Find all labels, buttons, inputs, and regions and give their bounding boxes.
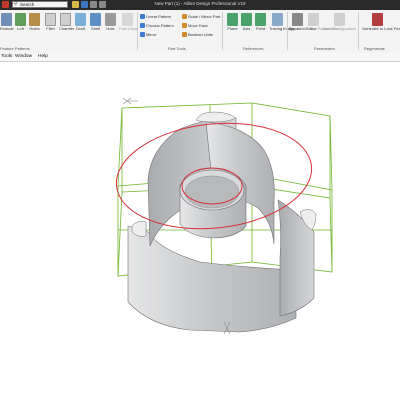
group-label-feature-patterns: Feature Patterns [0, 46, 30, 51]
menu-tools[interactable]: Tools [1, 54, 12, 59]
shell-label: Shell [91, 26, 100, 31]
plane-label: Plane [227, 26, 238, 31]
extrude-icon [1, 13, 12, 26]
chamfer-button[interactable]: Chamfer [59, 13, 75, 31]
plane-button[interactable]: Plane [226, 13, 239, 31]
extrude-label: Extrude [0, 26, 14, 31]
model-viewport[interactable] [0, 62, 400, 400]
ribbon-divider [137, 12, 138, 50]
mirror-button[interactable]: Mirror [140, 32, 157, 38]
configuration-icon [333, 13, 345, 26]
ribbon-divider [287, 12, 288, 50]
boolean-icon [182, 32, 187, 38]
title-bar: ⚲ Search New Part (1) - Alibre Design Pr… [0, 0, 400, 10]
hole-button[interactable]: Hole [104, 13, 117, 31]
new-configuration-button[interactable]: New Configuration [323, 13, 356, 31]
equation-icon [291, 13, 303, 26]
loft-label: Loft [17, 26, 24, 31]
fold-icon [121, 13, 133, 26]
global-parameters-button[interactable]: Global Parameters [305, 13, 339, 31]
ribbon-divider [358, 12, 359, 50]
global-parameters-label: Global Parameters [305, 26, 339, 31]
boolean-units-button[interactable]: Boolean Units [182, 32, 213, 38]
point-button[interactable]: Point [254, 13, 267, 31]
draft-button[interactable]: Draft [74, 13, 87, 31]
new-configuration-label: New Configuration [323, 26, 356, 31]
point-label: Point [255, 26, 266, 31]
tracing-image-button[interactable]: Tracing Image [269, 13, 295, 31]
group-label-parameters: Parameters [314, 46, 335, 51]
tracing-image-label: Tracing Image [269, 26, 295, 31]
group-label-references: References [243, 46, 264, 51]
point-icon [255, 13, 266, 26]
generate-lock-feature-button[interactable]: Generate to Lock Feature [362, 13, 400, 31]
scale-mirror-part-label: Scale / Mirror Part [188, 14, 221, 19]
move-face-button[interactable]: Move Face [182, 23, 208, 29]
menu-help[interactable]: Help [38, 54, 48, 59]
holes-label: Holes [29, 26, 40, 31]
axis-icon [241, 13, 252, 26]
chamfer-icon [60, 13, 71, 26]
move-face-icon [182, 23, 187, 29]
image-icon [271, 13, 283, 26]
shell-button[interactable]: Shell [89, 13, 102, 31]
axis-label: Axis [242, 26, 251, 31]
fillet-button[interactable]: Fillet [44, 13, 57, 31]
fold-close-button[interactable]: Fold Close [119, 13, 139, 31]
linear-pattern-label: Linear Pattern [146, 14, 172, 19]
draft-icon [75, 13, 86, 26]
ribbon-divider [222, 12, 223, 50]
scale-mirror-part-button[interactable]: Scale / Mirror Part [182, 14, 221, 20]
global-params-icon [307, 13, 319, 26]
axis-button[interactable]: Axis [240, 13, 253, 31]
hole-icon [105, 13, 116, 26]
loft-button[interactable]: Loft [14, 13, 27, 31]
fold-close-label: Fold Close [119, 26, 139, 31]
fillet-icon [45, 13, 56, 26]
mirror-icon [140, 32, 145, 38]
circular-pattern-button[interactable]: Circular Pattern [140, 23, 174, 29]
group-label-regenerate: Regenerate [364, 46, 385, 51]
equation-editor-label: Equation Editor [289, 26, 317, 31]
mirror-label: Mirror [146, 32, 157, 37]
holes-icon [29, 13, 40, 26]
equation-editor-button[interactable]: Equation Editor [289, 13, 317, 31]
fillet-label: Fillet [46, 26, 55, 31]
hole-label: Hole [106, 26, 115, 31]
part-model-graphic[interactable] [0, 62, 400, 400]
circular-pattern-icon [140, 23, 145, 29]
group-label-part-tools: Part Tools [168, 46, 186, 51]
plane-icon [227, 13, 238, 26]
scale-icon [182, 14, 187, 20]
regenerate-icon [371, 13, 383, 26]
menu-window[interactable]: Window [15, 54, 32, 59]
shell-icon [90, 13, 101, 26]
move-face-label: Move Face [188, 23, 208, 28]
generate-lock-feature-label: Generate to Lock Feature [362, 26, 400, 31]
circular-pattern-label: Circular Pattern [146, 23, 174, 28]
linear-pattern-button[interactable]: Linear Pattern [140, 14, 172, 20]
ribbon: Extrude Loft Holes Fillet Chamfer Draft … [0, 10, 400, 54]
chamfer-label: Chamfer [59, 26, 75, 31]
loft-icon [15, 13, 26, 26]
linear-pattern-icon [140, 14, 145, 20]
menu-bar: Tools Window Help [0, 53, 400, 62]
extrude-button[interactable]: Extrude [0, 13, 14, 31]
boolean-units-label: Boolean Units [188, 32, 213, 37]
holes-button[interactable]: Holes [28, 13, 41, 31]
draft-label: Draft [76, 26, 85, 31]
window-title: New Part (1) - Alibre Design Professiona… [154, 1, 246, 6]
